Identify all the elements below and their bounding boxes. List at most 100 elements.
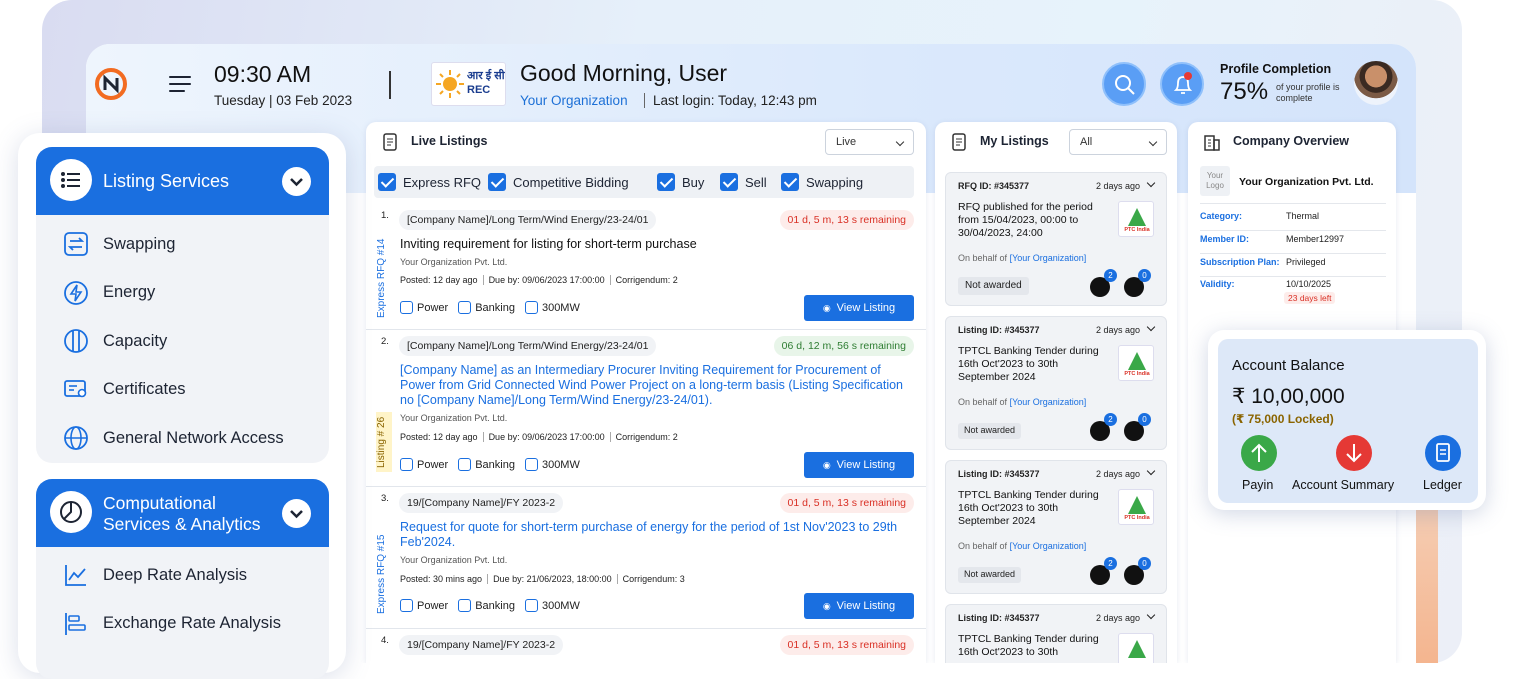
sidebar-item-swapping[interactable]: Swapping xyxy=(36,220,329,269)
sidebar-item-energy[interactable]: Energy xyxy=(36,269,329,318)
chevron-down-icon[interactable] xyxy=(1146,466,1156,476)
account-balance-amount: ₹ 10,00,000 xyxy=(1232,385,1345,408)
chevron-down-icon[interactable] xyxy=(1146,610,1156,620)
listing-tags: Power Banking 300MW xyxy=(400,301,580,314)
arrow-up-icon xyxy=(1251,443,1267,462)
checkbox-checked-icon xyxy=(720,173,738,191)
filter-buy[interactable]: Buy xyxy=(657,173,704,191)
chevron-down-icon xyxy=(895,137,905,147)
view-listing-button[interactable]: View Listing xyxy=(804,593,914,619)
listing-remaining-badge: 01 d, 5 m, 13 s remaining xyxy=(779,635,914,655)
filter-label: Express RFQ xyxy=(403,174,482,190)
notifications-button[interactable] xyxy=(1160,62,1204,106)
listing-tags: Power Banking 300MW xyxy=(400,458,580,471)
tag-power: Power xyxy=(400,301,448,314)
power-hand-icon xyxy=(524,301,538,314)
my-listing-card[interactable]: Listing ID: #345377 2 days ago TPTCL Ban… xyxy=(945,604,1167,663)
payin-button[interactable] xyxy=(1241,435,1277,471)
listing-type-label: Express RFQ #14 xyxy=(376,238,387,318)
sidebar-item-deep-rate-analysis[interactable]: Deep Rate Analysis xyxy=(36,551,329,600)
listing-services-title: Listing Services xyxy=(103,171,230,191)
listing-number: 1. xyxy=(381,210,389,221)
listing-org: Your Organization Pvt. Ltd. xyxy=(400,555,508,565)
sidebar-item-label: Deep Rate Analysis xyxy=(103,565,247,584)
chevron-down-icon[interactable] xyxy=(282,167,311,196)
listing-posted: Posted: 12 day ago xyxy=(400,432,478,442)
listing-tags: Power Banking 300MW xyxy=(400,599,580,612)
search-button[interactable] xyxy=(1102,62,1146,106)
view-listing-button[interactable]: View Listing xyxy=(804,452,914,478)
tag-power: Power xyxy=(400,458,448,471)
ledger-label[interactable]: Ledger xyxy=(1423,478,1462,492)
company-name: Your Organization Pvt. Ltd. xyxy=(1239,176,1374,188)
sidebar-item-capacity[interactable]: Capacity xyxy=(36,317,329,366)
ptc-india-logo xyxy=(1118,633,1154,663)
tag-banking: Banking xyxy=(458,301,515,314)
app-logo-icon[interactable] xyxy=(95,68,127,100)
chevron-down-icon[interactable] xyxy=(1146,178,1156,188)
my-listings-select[interactable]: All xyxy=(1069,129,1167,155)
listing-tag: [Company Name]/Long Term/Wind Energy/23-… xyxy=(399,210,657,230)
sidebar-item-general-network-access[interactable]: General Network Access xyxy=(36,414,329,463)
computational-services-title-1: Computational xyxy=(103,493,216,513)
sidebar: Listing Services Swapping Energy Capacit… xyxy=(18,133,346,679)
divider xyxy=(1200,203,1386,204)
filter-swapping[interactable]: Swapping xyxy=(781,173,863,191)
hamburger-menu-icon[interactable] xyxy=(169,76,191,92)
listing-item: 4. 19/[Company Name]/FY 2023-2 01 d, 5 m… xyxy=(366,629,926,663)
listing-title[interactable]: Inviting requirement for listing for sho… xyxy=(400,237,900,252)
card-age: 2 days ago xyxy=(1095,181,1140,191)
filter-express-rfq[interactable]: Express RFQ xyxy=(378,173,481,191)
sidebar-item-certificates[interactable]: Certificates xyxy=(36,366,329,415)
view-listing-button[interactable]: View Listing xyxy=(804,295,914,321)
listing-title[interactable]: [Company Name] as an Intermediary Procur… xyxy=(400,363,910,408)
profile-completion-title: Profile Completion xyxy=(1220,62,1332,76)
card-id: Listing ID: #345377 xyxy=(958,613,1040,623)
listing-title[interactable]: Request for quote for short-term purchas… xyxy=(400,520,910,550)
account-summary-label[interactable]: Account Summary xyxy=(1292,478,1394,492)
card-behalf: On behalf of [Your Organization] xyxy=(958,253,1087,263)
listing-type-label: Express RFQ #15 xyxy=(376,534,387,614)
computational-services-header[interactable]: Computational Services & Analytics xyxy=(36,479,329,547)
chevron-down-icon[interactable] xyxy=(1146,322,1156,332)
card-behalf-org[interactable]: [Your Organization] xyxy=(1010,541,1087,551)
globe-icon xyxy=(64,426,88,450)
chevron-down-icon[interactable] xyxy=(282,499,311,528)
listing-posted: Posted: 30 mins ago xyxy=(400,574,483,584)
organization-link[interactable]: Your Organization xyxy=(520,93,628,108)
filter-sell[interactable]: Sell xyxy=(720,173,767,191)
card-behalf-org[interactable]: [Your Organization] xyxy=(1010,397,1087,407)
ledger-button[interactable] xyxy=(1425,435,1461,471)
sidebar-item-label: Exchange Rate Analysis xyxy=(103,614,281,633)
capacity-icon xyxy=(64,329,88,353)
certificate-icon xyxy=(64,379,87,397)
sidebar-item-label: Certificates xyxy=(103,380,186,399)
listing-org: Your Organization Pvt. Ltd. xyxy=(400,257,508,267)
listing-remaining-badge: 06 d, 12 m, 56 s remaining xyxy=(773,336,914,356)
card-status: Not awarded xyxy=(958,567,1022,583)
account-summary-button[interactable] xyxy=(1336,435,1372,471)
clock-time: 09:30 AM xyxy=(214,61,312,87)
filter-competitive-bidding[interactable]: Competitive Bidding xyxy=(488,173,629,191)
sidebar-item-exchange-rate-analysis[interactable]: Exchange Rate Analysis xyxy=(36,600,329,649)
account-balance-title: Account Balance xyxy=(1232,357,1345,374)
my-listing-card[interactable]: Listing ID: #345377 2 days ago TPTCL Ban… xyxy=(945,460,1167,594)
sidebar-item-label: Energy xyxy=(103,283,156,302)
energy-icon xyxy=(64,280,88,305)
card-text: TPTCL Banking Tender during 16th Oct'202… xyxy=(958,345,1099,383)
ptc-india-logo: PTC India xyxy=(1118,345,1154,381)
sun-logo-icon xyxy=(436,70,464,98)
card-text: RFQ published for the period from 15/04/… xyxy=(958,201,1093,239)
search-icon xyxy=(1115,75,1135,95)
listing-due: Due by: 09/06/2023 17:00:00 xyxy=(482,275,610,285)
listing-services-header[interactable]: Listing Services xyxy=(36,147,329,215)
listing-item: 1. [Company Name]/Long Term/Wind Energy/… xyxy=(366,204,926,330)
my-listing-card[interactable]: RFQ ID: #345377 2 days ago RFQ published… xyxy=(945,172,1167,306)
live-status-select[interactable]: Live xyxy=(825,129,914,155)
user-avatar[interactable] xyxy=(1354,61,1398,105)
my-listing-card[interactable]: Listing ID: #345377 2 days ago TPTCL Ban… xyxy=(945,316,1167,450)
profile-completion-percent: 75% xyxy=(1220,78,1269,105)
bulb-icon xyxy=(400,458,413,471)
card-behalf-org[interactable]: [Your Organization] xyxy=(1010,253,1087,263)
payin-label[interactable]: Payin xyxy=(1242,478,1273,492)
